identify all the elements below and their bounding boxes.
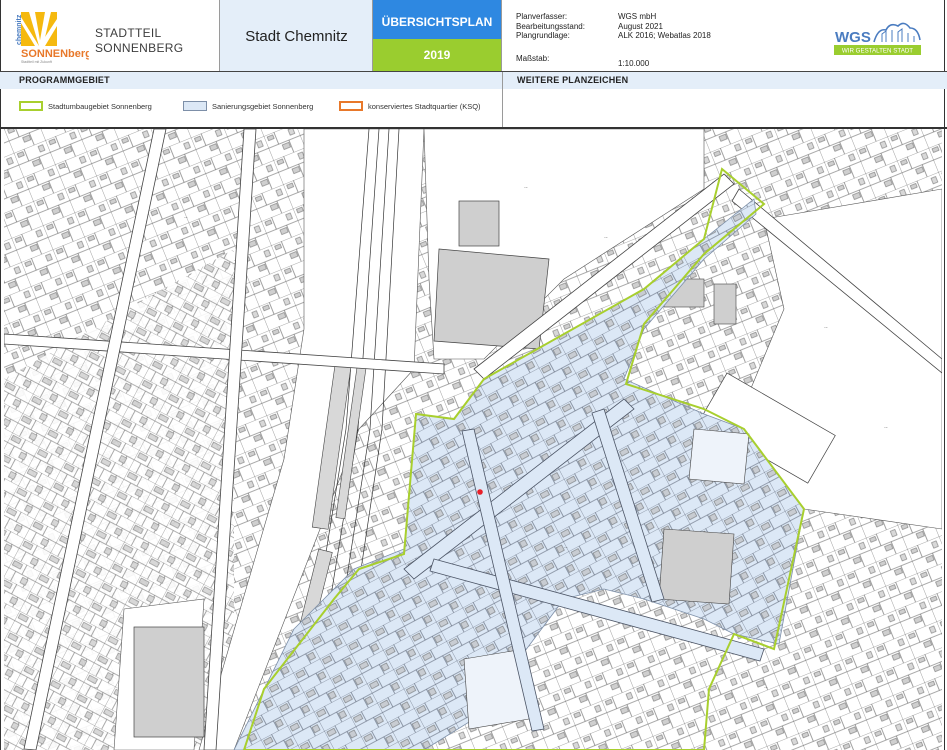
district-name: STADTTEIL SONNENBERG — [95, 26, 183, 56]
meta-author-value: WGS mbH — [618, 12, 657, 21]
district-line-2: SONNENBERG — [95, 41, 184, 55]
legend-label-stadtumbau: Stadtumbaugebiet Sonnenberg — [48, 102, 152, 111]
legend-divider — [502, 72, 503, 127]
title-block: chemnitz SONNENberg Stadtteil mit Zukunf… — [0, 0, 947, 72]
wgs-logo: WGS WIR GESTALTEN STADT — [834, 16, 922, 58]
plan-title-cell: ÜBERSICHTSPLAN 2019 — [373, 0, 502, 71]
legend-section-programmgebiet: PROGRAMMGEBIET — [19, 75, 110, 85]
meta-scale-value: 1:10.000 — [618, 59, 650, 68]
legend-section-weitere: WEITERE PLANZEICHEN — [517, 75, 629, 85]
map-legend: PROGRAMMGEBIET WEITERE PLANZEICHEN Stadt… — [0, 72, 947, 129]
legend-label-sanierung: Sanierungsgebiet Sonnenberg — [212, 102, 314, 111]
plan-title: ÜBERSICHTSPLAN — [373, 0, 501, 39]
district-logo-cell: chemnitz SONNENberg Stadtteil mit Zukunf… — [0, 0, 220, 71]
legend-swatch-ksq — [339, 101, 363, 111]
meta-basis-key: Plangrundlage: — [516, 31, 570, 40]
district-line-1: STADTTEIL — [95, 26, 162, 40]
wgs-logo-word: WGS — [835, 29, 871, 46]
meta-status-key: Bearbeitungsstand: — [516, 21, 585, 31]
logo-tagline: Stadtteil mit Zukunft — [21, 60, 52, 64]
sonnenberg-logo: chemnitz SONNENberg Stadtteil mit Zukunf… — [9, 9, 92, 65]
cadastral-map[interactable]: ·− ·− ·− ·− ·− ·− ·− ·− ·− — [4, 129, 942, 750]
location-marker — [477, 489, 483, 495]
logo-word-main: SONNENberg — [21, 48, 89, 60]
logo-word-top: chemnitz — [16, 14, 23, 45]
legend-swatch-stadtumbau — [19, 101, 43, 111]
meta-author-key: Planverfasser: — [516, 12, 568, 21]
meta-basis-value: ALK 2016; Webatlas 2018 — [618, 31, 711, 40]
meta-status-value: August 2021 — [618, 21, 663, 31]
city-name: Stadt Chemnitz — [245, 28, 348, 45]
legend-label-ksq: konserviertes Stadtquartier (KSQ) — [368, 102, 481, 111]
wgs-logo-slogan: WIR GESTALTEN STADT — [842, 48, 913, 55]
city-cell: Stadt Chemnitz — [220, 0, 373, 71]
plan-metadata-cell: Planverfasser: WGS mbH Bearbeitungsstand… — [502, 0, 947, 71]
plan-year: 2019 — [373, 39, 501, 71]
legend-swatch-sanierung — [183, 101, 207, 111]
meta-scale-key: Maßstab: — [516, 54, 550, 63]
